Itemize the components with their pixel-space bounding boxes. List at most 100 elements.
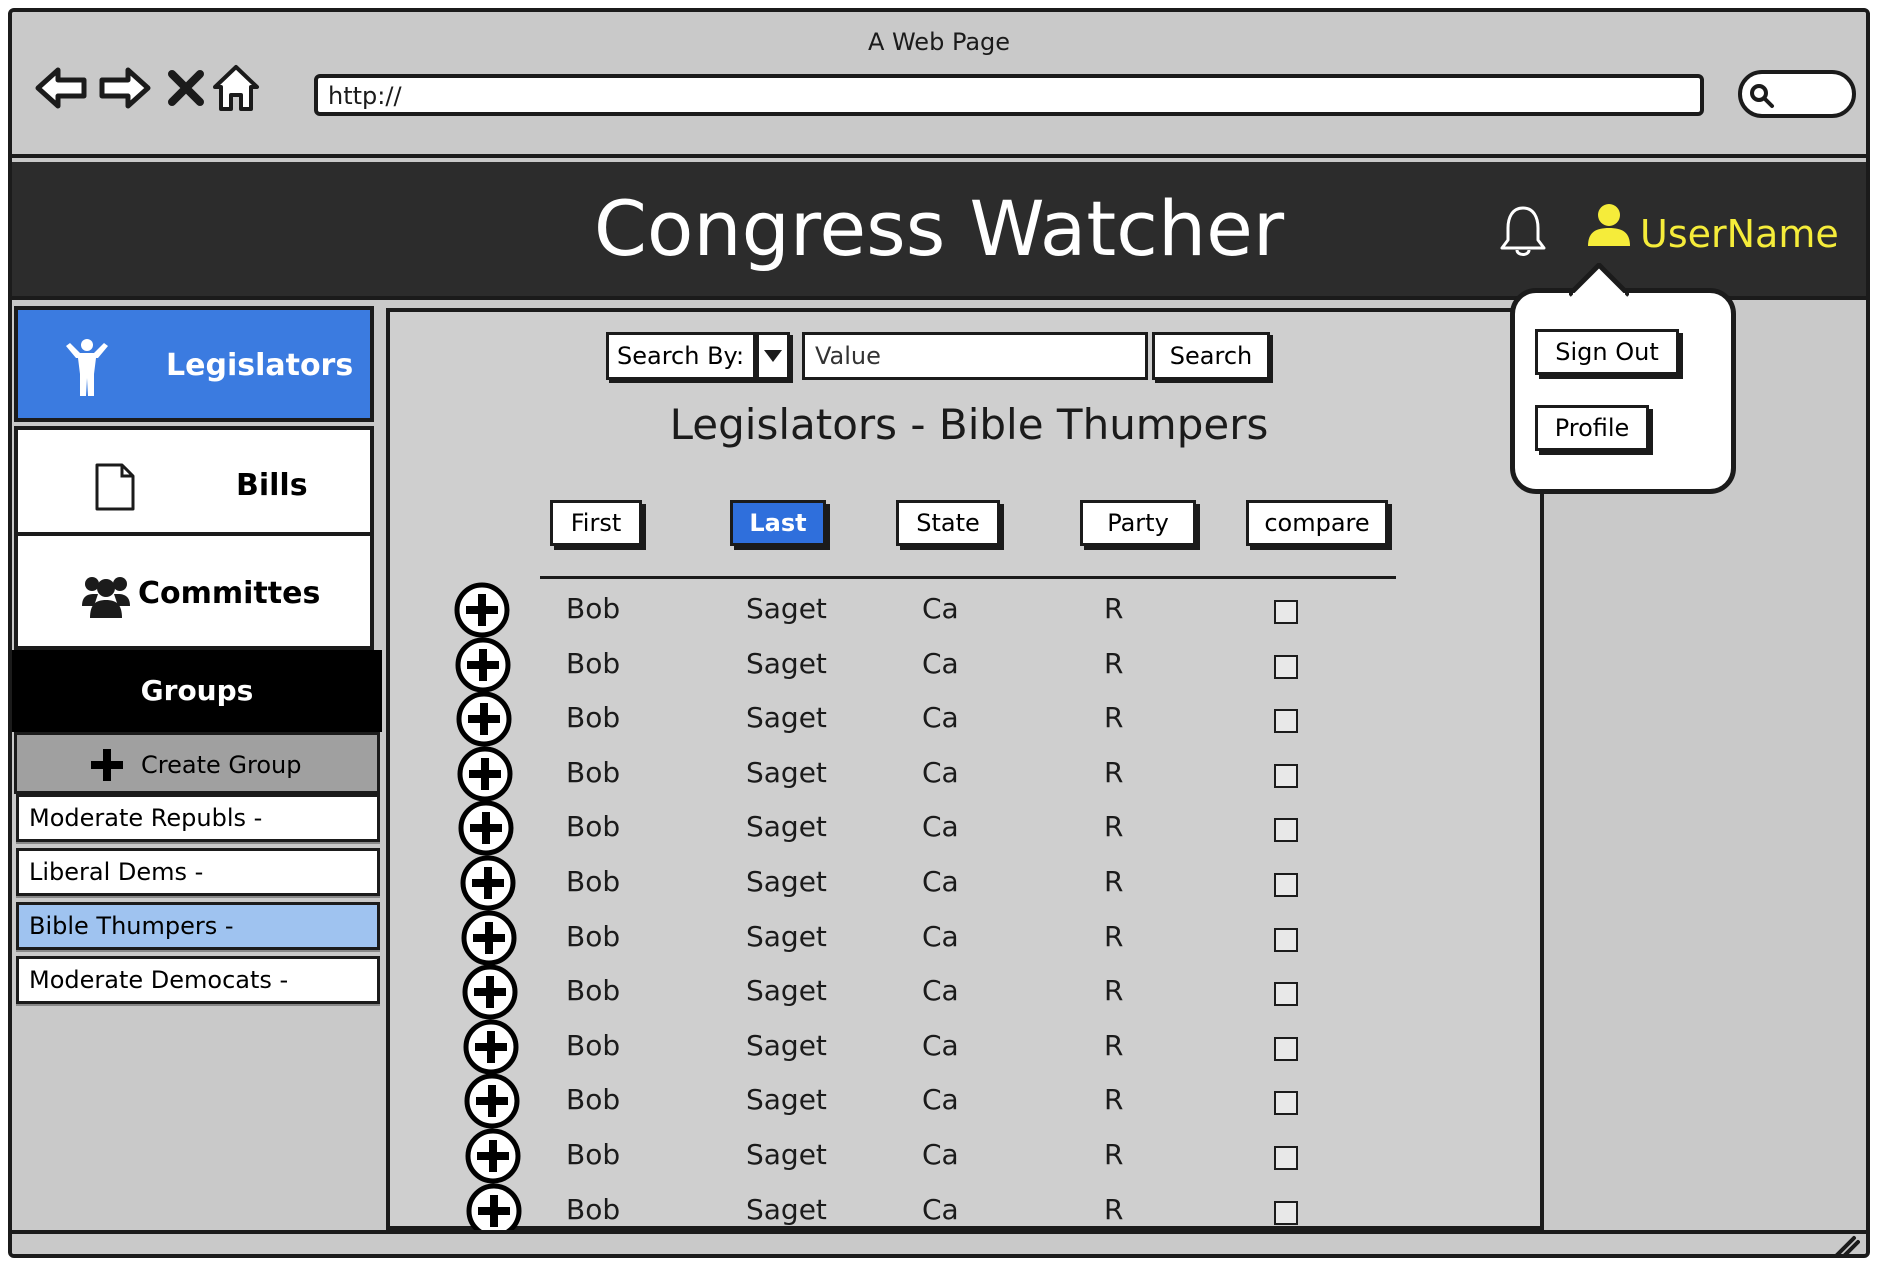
compare-checkbox[interactable] [1274, 818, 1298, 843]
cell-party: R [1104, 646, 1124, 680]
bell-icon[interactable] [1498, 204, 1548, 262]
compare-checkbox[interactable] [1274, 927, 1298, 952]
column-header-party[interactable]: Party [1080, 500, 1196, 546]
compare-checkbox[interactable] [1274, 763, 1298, 788]
browser-chrome: A Web Page http:// [12, 12, 1866, 158]
cell-last: Saget [746, 810, 827, 844]
sidebar-item-bills[interactable]: Bills [14, 426, 374, 538]
chevron-down-icon [764, 350, 782, 362]
search-by-select[interactable]: Search By: [606, 332, 756, 380]
cell-last: Saget [746, 865, 827, 898]
cell-party: R [1104, 1083, 1124, 1117]
compare-checkbox[interactable] [1274, 982, 1298, 1007]
cell-last: Saget [746, 646, 827, 680]
group-item-selected[interactable]: Bible Thumpers - [16, 902, 380, 950]
add-legislator-icon[interactable] [465, 1128, 521, 1184]
cell-party: R [1104, 974, 1124, 1008]
add-legislator-icon[interactable] [454, 582, 510, 638]
search-by-dropdown[interactable] [756, 332, 790, 380]
add-legislator-icon[interactable] [463, 1019, 519, 1075]
cell-first: Bob [566, 646, 621, 680]
add-legislator-icon[interactable] [455, 637, 511, 693]
add-legislator-icon[interactable] [464, 1073, 520, 1129]
url-field[interactable]: http:// [314, 74, 1704, 116]
cell-first: Bob [566, 592, 621, 625]
sidebar-item-label: Committes [138, 576, 321, 611]
add-legislator-icon[interactable] [458, 800, 514, 856]
profile-button[interactable]: Profile [1535, 405, 1649, 451]
cell-last: Saget [746, 974, 827, 1008]
back-icon[interactable] [34, 60, 90, 116]
compare-checkbox[interactable] [1274, 600, 1298, 624]
column-header-first[interactable]: First [550, 500, 642, 546]
column-header-compare[interactable]: compare [1246, 500, 1388, 546]
cell-first: Bob [566, 974, 621, 1008]
cell-party: R [1104, 865, 1124, 898]
cell-party: R [1104, 1028, 1124, 1062]
cell-party: R [1104, 1192, 1124, 1226]
compare-checkbox[interactable] [1274, 654, 1298, 679]
group-item[interactable]: Moderate Democats - [16, 956, 380, 1004]
cell-last: Saget [746, 919, 827, 953]
cell-party: R [1104, 919, 1124, 953]
cell-first: Bob [566, 1083, 621, 1117]
cell-party: R [1104, 810, 1124, 844]
sign-out-button[interactable]: Sign Out [1535, 329, 1679, 375]
forward-icon[interactable] [96, 60, 152, 116]
compare-checkbox[interactable] [1274, 1091, 1298, 1116]
group-icon [82, 577, 130, 618]
add-legislator-icon[interactable] [461, 910, 517, 966]
user-icon[interactable] [1586, 202, 1632, 252]
compare-checkbox[interactable] [1274, 1146, 1298, 1170]
cell-last: Saget [746, 701, 827, 735]
sidebar-item-legislators[interactable]: Legislators [14, 306, 374, 422]
cell-state: Ca [922, 592, 959, 625]
search-button[interactable]: Search [1152, 332, 1270, 380]
sidebar-item-committes[interactable]: Committes [14, 532, 374, 650]
browser-search-field[interactable] [1738, 70, 1856, 118]
cell-state: Ca [922, 1138, 959, 1171]
cell-party: R [1104, 755, 1124, 789]
cell-state: Ca [922, 810, 959, 844]
cell-party: R [1104, 592, 1124, 625]
value-input[interactable]: Value [802, 332, 1148, 380]
cell-last: Saget [746, 1028, 827, 1062]
cell-party: R [1104, 1138, 1124, 1171]
cell-state: Ca [922, 919, 959, 953]
page-title: Legislators - Bible Thumpers [669, 400, 1269, 449]
cell-first: Bob [566, 810, 621, 844]
cell-last: Saget [746, 755, 827, 789]
column-header-state[interactable]: State [896, 500, 1000, 546]
cell-state: Ca [922, 1192, 959, 1226]
username-label[interactable]: UserName [1640, 212, 1839, 256]
groups-heading: Groups [140, 674, 254, 707]
create-group-button[interactable]: Create Group [14, 732, 380, 794]
compare-checkbox[interactable] [1274, 1200, 1298, 1225]
close-icon[interactable] [158, 60, 214, 116]
cell-state: Ca [922, 1028, 959, 1062]
status-bar [12, 1230, 1866, 1258]
cell-first: Bob [566, 1138, 621, 1171]
cell-party: R [1104, 701, 1124, 735]
cell-first: Bob [566, 755, 621, 789]
compare-checkbox[interactable] [1274, 1036, 1298, 1061]
cell-first: Bob [566, 919, 621, 953]
resize-grip-icon[interactable] [1832, 1234, 1860, 1258]
plus-icon [91, 749, 123, 781]
cell-first: Bob [566, 1192, 621, 1226]
compare-checkbox[interactable] [1274, 709, 1298, 734]
cell-first: Bob [566, 701, 621, 735]
add-legislator-icon[interactable] [462, 964, 518, 1020]
cell-state: Ca [922, 974, 959, 1008]
column-header-last[interactable]: Last [730, 500, 826, 546]
add-legislator-icon[interactable] [460, 855, 516, 911]
cell-last: Saget [746, 1083, 827, 1117]
group-item[interactable]: Moderate Republs - [16, 794, 380, 842]
group-item[interactable]: Liberal Dems - [16, 848, 380, 896]
user-menu-popup: Sign Out Profile [1510, 263, 1736, 494]
compare-checkbox[interactable] [1274, 873, 1298, 897]
create-group-label: Create Group [141, 751, 302, 779]
add-legislator-icon[interactable] [456, 691, 512, 747]
add-legislator-icon[interactable] [457, 746, 513, 802]
home-icon[interactable] [208, 60, 264, 116]
